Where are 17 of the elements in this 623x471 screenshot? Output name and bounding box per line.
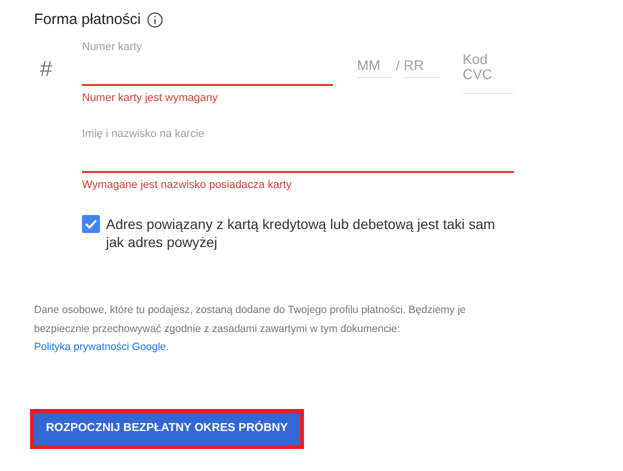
checkbox[interactable]	[82, 215, 100, 233]
error-message: Numer karty jest wymagany	[82, 91, 218, 106]
checkbox-label: Adres powiązany z kartą kredytową lub debetową jest taki sam jak adres powyżej	[106, 215, 496, 251]
cvc-field[interactable]: Kod CVC	[462, 52, 513, 94]
checkmark-icon	[85, 219, 97, 229]
privacy-policy-link[interactable]: Polityka prywatności Google	[34, 341, 166, 353]
date-separator: /	[396, 57, 400, 75]
error-message: Wymagane jest nazwisko posiadacza karty	[82, 178, 292, 192]
hash-symbol: #	[39, 55, 54, 80]
info-icon[interactable]	[146, 12, 163, 28]
year-field[interactable]: RR	[404, 52, 439, 78]
section-title: Forma płatności	[34, 10, 141, 30]
start-trial-button[interactable]: ROZPOCZNIJ BEZPŁATNY OKRES PRÓBNY	[34, 412, 300, 444]
cardholder-label: Imię i nazwisko na karcie	[82, 126, 204, 140]
privacy-notice: Dane osobowe, które tu podajesz, zostaną dodane do Twojego profilu płatności. Będziemy je bezpiecznie przechowywać zgodnie z zasadami zawartymi w tym dokumencie: Polityka prywatności Google.	[34, 303, 467, 355]
month-field[interactable]: MM	[357, 52, 392, 78]
card-number-label: Numer karty	[82, 40, 142, 54]
